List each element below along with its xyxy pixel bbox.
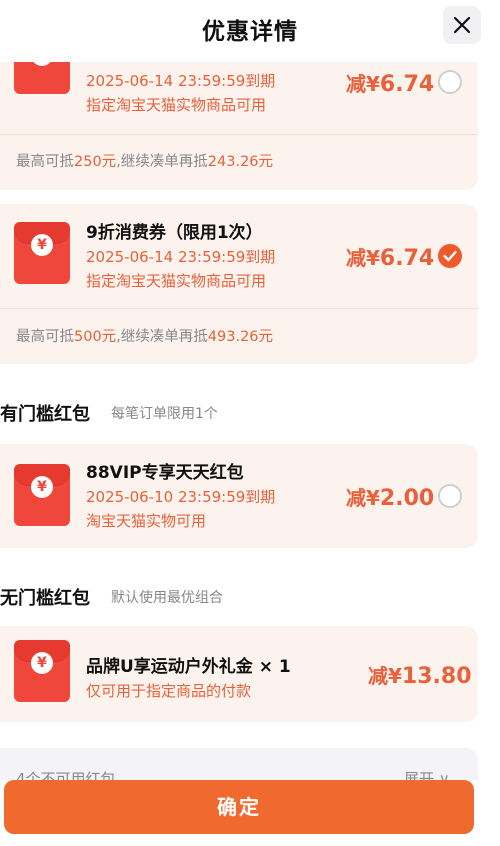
section-subtitle: 每笔订单限用1个 xyxy=(111,406,218,422)
coupon-radio-checked[interactable] xyxy=(438,244,462,268)
section-subtitle: 默认使用最优组合 xyxy=(111,590,223,606)
coupon-footer: 最高可抵250元,继续凑单再抵243.26元 xyxy=(0,134,478,190)
page-title: 优惠详情 xyxy=(202,19,298,45)
red-envelope-icon: ¥ xyxy=(14,464,70,526)
coupon-card[interactable]: ¥ 2025-06-14 23:59:59到期 指定淘宝天猫实物商品可用 减¥6… xyxy=(0,62,478,190)
coupon-amount: 减¥13.80 xyxy=(368,664,472,689)
coupon-expiry: 2025-06-10 23:59:59到期 xyxy=(86,488,276,506)
coupon-expiry: 2025-06-14 23:59:59到期 xyxy=(86,72,276,90)
coupon-radio[interactable] xyxy=(438,484,462,508)
section-title: 无门槛红包 xyxy=(0,588,90,609)
coupon-radio[interactable] xyxy=(438,70,462,94)
coupon-name: 品牌U享运动户外礼金 × 1 xyxy=(86,657,291,677)
coupon-amount: 减¥6.74 xyxy=(346,72,435,97)
coupon-expiry: 2025-06-14 23:59:59到期 xyxy=(86,248,276,266)
coupon-scope: 指定淘宝天猫实物商品可用 xyxy=(86,96,267,114)
header: 优惠详情 xyxy=(0,0,500,62)
coupon-scope: 淘宝天猫实物可用 xyxy=(86,512,207,530)
coupon-footer: 最高可抵500元,继续凑单再抵493.26元 xyxy=(0,308,478,364)
unavailable-label: 4个不可用红包 xyxy=(16,770,116,780)
close-button[interactable] xyxy=(443,6,481,44)
unavailable-coupons[interactable]: 4个不可用红包 展开 ∨ xyxy=(0,748,478,780)
check-icon xyxy=(443,250,457,262)
coupon-amount: 减¥2.00 xyxy=(346,486,435,511)
confirm-button[interactable]: 确定 xyxy=(4,780,474,834)
red-envelope-icon: ¥ xyxy=(14,62,70,94)
red-envelope-icon: ¥ xyxy=(14,640,70,702)
red-envelope-icon: ¥ xyxy=(14,222,70,284)
coupon-card[interactable]: ¥ 9折消费券（限用1次） 2025-06-14 23:59:59到期 指定淘宝… xyxy=(0,204,478,364)
coupon-card[interactable]: ¥ 88VIP专享天天红包 2025-06-10 23:59:59到期 淘宝天猫… xyxy=(0,444,478,548)
coupon-scope: 指定淘宝天猫实物商品可用 xyxy=(86,272,267,290)
section-title: 有门槛红包 xyxy=(0,404,90,425)
coupon-scope: 仅可用于指定商品的付款 xyxy=(86,682,252,700)
coupon-name: 88VIP专享天天红包 xyxy=(86,463,244,483)
coupon-card[interactable]: ¥ 品牌U享运动户外礼金 × 1 仅可用于指定商品的付款 减¥13.80 xyxy=(0,626,478,722)
close-icon xyxy=(453,16,471,34)
coupon-name: 9折消费券（限用1次） xyxy=(86,223,263,243)
coupon-amount: 减¥6.74 xyxy=(346,246,435,271)
coupon-list[interactable]: ¥ 2025-06-14 23:59:59到期 指定淘宝天猫实物商品可用 减¥6… xyxy=(0,62,500,780)
footer-bar: 确定 xyxy=(0,780,500,846)
expand-toggle[interactable]: 展开 ∨ xyxy=(404,768,450,780)
